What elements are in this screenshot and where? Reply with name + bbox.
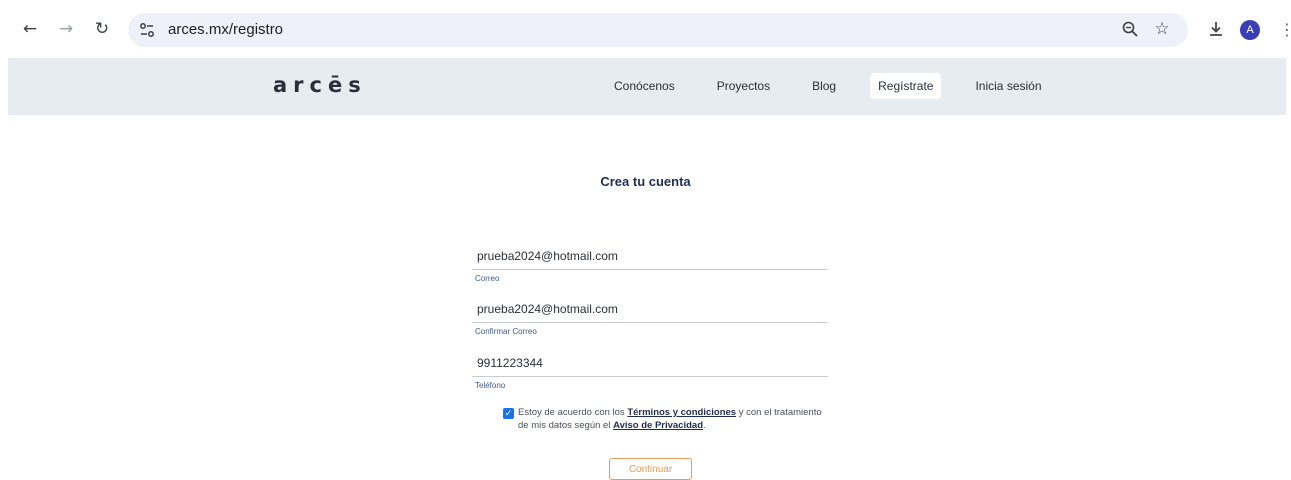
- nav-link-registrate[interactable]: Regístrate: [870, 73, 942, 99]
- avatar[interactable]: A: [1240, 20, 1260, 40]
- main-nav: Conócenos Proyectos Blog Regístrate Inic…: [606, 72, 1076, 100]
- reload-icon[interactable]: ↻: [92, 19, 112, 39]
- nav-link-inicia-sesion[interactable]: Inicia sesión: [967, 73, 1049, 99]
- consent-text-part-3: .: [703, 420, 706, 431]
- site-header: arcēs Conócenos Proyectos Blog Regístrat…: [8, 58, 1286, 115]
- nav-link-proyectos[interactable]: Proyectos: [709, 73, 778, 99]
- consent-text: Estoy de acuerdo con los Términos y cond…: [518, 406, 823, 432]
- confirm-email-field-group: Confirmar Correo: [472, 299, 828, 336]
- kebab-menu-icon[interactable]: ⋮: [1279, 20, 1291, 40]
- confirm-email-label: Confirmar Correo: [475, 327, 537, 336]
- phone-field-group: Teléfono: [472, 353, 828, 390]
- arrow-left-icon[interactable]: ←: [20, 19, 40, 39]
- terms-link[interactable]: Términos y condiciones: [627, 407, 736, 418]
- browser-toolbar: ← → ↻ arces.mx/registro ☆ A ⋮: [0, 0, 1291, 58]
- zoom-icon[interactable]: [1120, 19, 1140, 39]
- phone-label: Teléfono: [475, 381, 506, 390]
- email-field-group: Correo: [472, 246, 828, 283]
- email-input[interactable]: [472, 246, 828, 270]
- phone-input[interactable]: [472, 353, 828, 377]
- email-label: Correo: [475, 274, 500, 283]
- confirm-email-input[interactable]: [472, 299, 828, 323]
- consent-text-part-1: Estoy de acuerdo con los: [518, 407, 628, 418]
- page-title: Crea tu cuenta: [600, 174, 691, 189]
- consent-row: ✓ Estoy de acuerdo con los Términos y co…: [503, 406, 823, 432]
- url-text[interactable]: arces.mx/registro: [168, 21, 283, 38]
- nav-link-blog[interactable]: Blog: [804, 73, 844, 99]
- nav-link-conocenos[interactable]: Conócenos: [606, 73, 683, 99]
- logo[interactable]: arcēs: [273, 73, 367, 97]
- privacy-link[interactable]: Aviso de Privacidad: [613, 420, 703, 431]
- tune-icon[interactable]: [138, 21, 156, 39]
- consent-checkbox[interactable]: ✓: [503, 408, 514, 419]
- download-icon[interactable]: [1206, 19, 1226, 39]
- arrow-right-icon[interactable]: →: [56, 19, 76, 39]
- address-bar[interactable]: arces.mx/registro: [128, 13, 1188, 47]
- continue-button[interactable]: Continuar: [609, 458, 692, 480]
- star-icon[interactable]: ☆: [1152, 19, 1172, 39]
